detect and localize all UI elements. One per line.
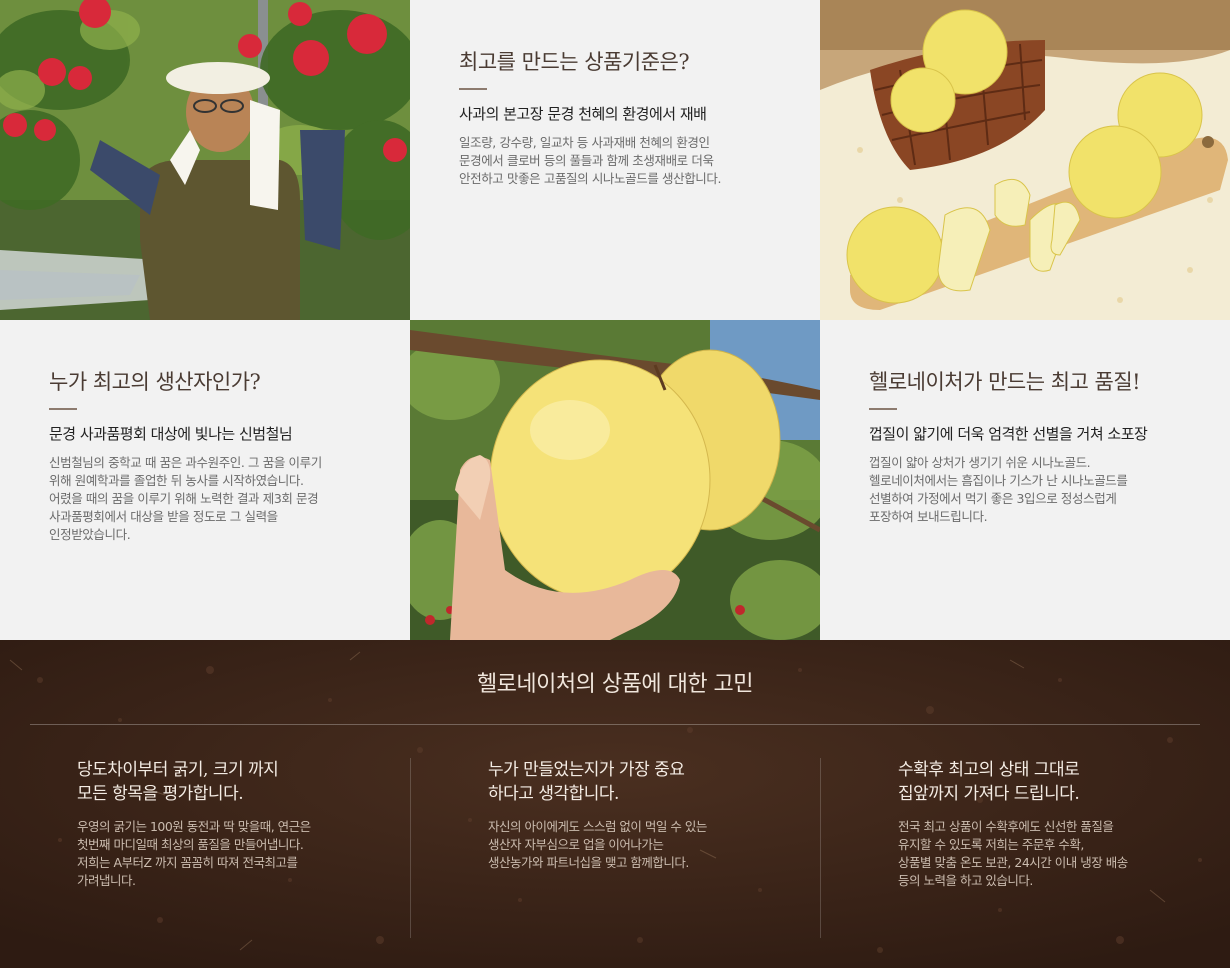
standard-title: 최고를 만드는 상품기준은? (459, 50, 690, 74)
concern-column-evaluation: 당도차이부터 굵기, 크기 까지 모든 항목을 평가합니다. 우영의 굵기는 1… (0, 758, 410, 890)
quality-subtitle: 껍질이 얇기에 더욱 엄격한 선별을 거쳐 소포장 (869, 425, 1148, 443)
title-divider (459, 88, 487, 90)
apple-in-hand-photo (410, 320, 820, 640)
concern-column-delivery: 수확후 최고의 상태 그대로 집앞까지 가져다 드립니다. 전국 최고 상품이 … (820, 758, 1230, 938)
title-divider (49, 408, 77, 410)
producer-title: 누가 최고의 생산자인가? (49, 370, 261, 394)
standard-subtitle: 사과의 본고장 문경 천혜의 환경에서 재배 (459, 105, 707, 123)
farmer-orchard-photo (0, 0, 410, 320)
feature-grid: 최고를 만드는 상품기준은? 사과의 본고장 문경 천혜의 환경에서 재배 일조… (0, 0, 1230, 640)
standard-info-panel: 최고를 만드는 상품기준은? 사과의 본고장 문경 천혜의 환경에서 재배 일조… (410, 0, 820, 320)
producer-subtitle: 문경 사과품평회 대상에 빛나는 신범철님 (49, 425, 293, 443)
concern-heading: 당도차이부터 굵기, 크기 까지 모든 항목을 평가합니다. (77, 760, 279, 804)
concern-body: 우영의 굵기는 100원 동전과 딱 맞을때, 연근은 첫번째 마디일때 최상의… (77, 819, 311, 888)
standard-body: 일조량, 강수량, 일교차 등 사과재배 천혜의 환경인 문경에서 클로버 등의… (459, 135, 722, 186)
concern-heading: 수확후 최고의 상태 그대로 집앞까지 가져다 드립니다. (898, 760, 1080, 804)
producer-body: 신범철님의 중학교 때 꿈은 과수원주인. 그 꿈을 이루기 위해 원예학과를 … (49, 455, 322, 542)
concerns-section: 헬로네이처의 상품에 대한 고민 당도차이부터 굵기, 크기 까지 모든 항목을… (0, 640, 1230, 968)
concern-heading: 누가 만들었는지가 가장 중요 하다고 생각합니다. (488, 760, 685, 804)
quality-info-panel: 헬로네이처가 만드는 최고 품질! 껍질이 얇기에 더욱 엄격한 선별을 거쳐 … (820, 320, 1230, 640)
producer-info-panel: 누가 최고의 생산자인가? 문경 사과품평회 대상에 빛나는 신범철님 신범철님… (0, 320, 410, 640)
concern-body: 전국 최고 상품이 수확후에도 신선한 품질을 유지할 수 있도록 저희는 주문… (898, 819, 1128, 888)
quality-title: 헬로네이처가 만드는 최고 품질! (869, 370, 1141, 394)
concern-column-producer: 누가 만들었는지가 가장 중요 하다고 생각합니다. 자신의 아이에게도 스스럼… (410, 758, 820, 938)
concern-body: 자신의 아이에게도 스스럼 없이 먹일 수 있는 생산자 자부심으로 업을 이어… (488, 819, 707, 870)
quality-body: 껍질이 얇아 상처가 생기기 쉬운 시나노골드. 헬로네이처에서는 흠집이나 기… (869, 455, 1128, 524)
concerns-title: 헬로네이처의 상품에 대한 고민 (476, 672, 754, 697)
apple-basket-photo (820, 0, 1230, 320)
concerns-divider (30, 724, 1200, 725)
title-divider (869, 408, 897, 410)
